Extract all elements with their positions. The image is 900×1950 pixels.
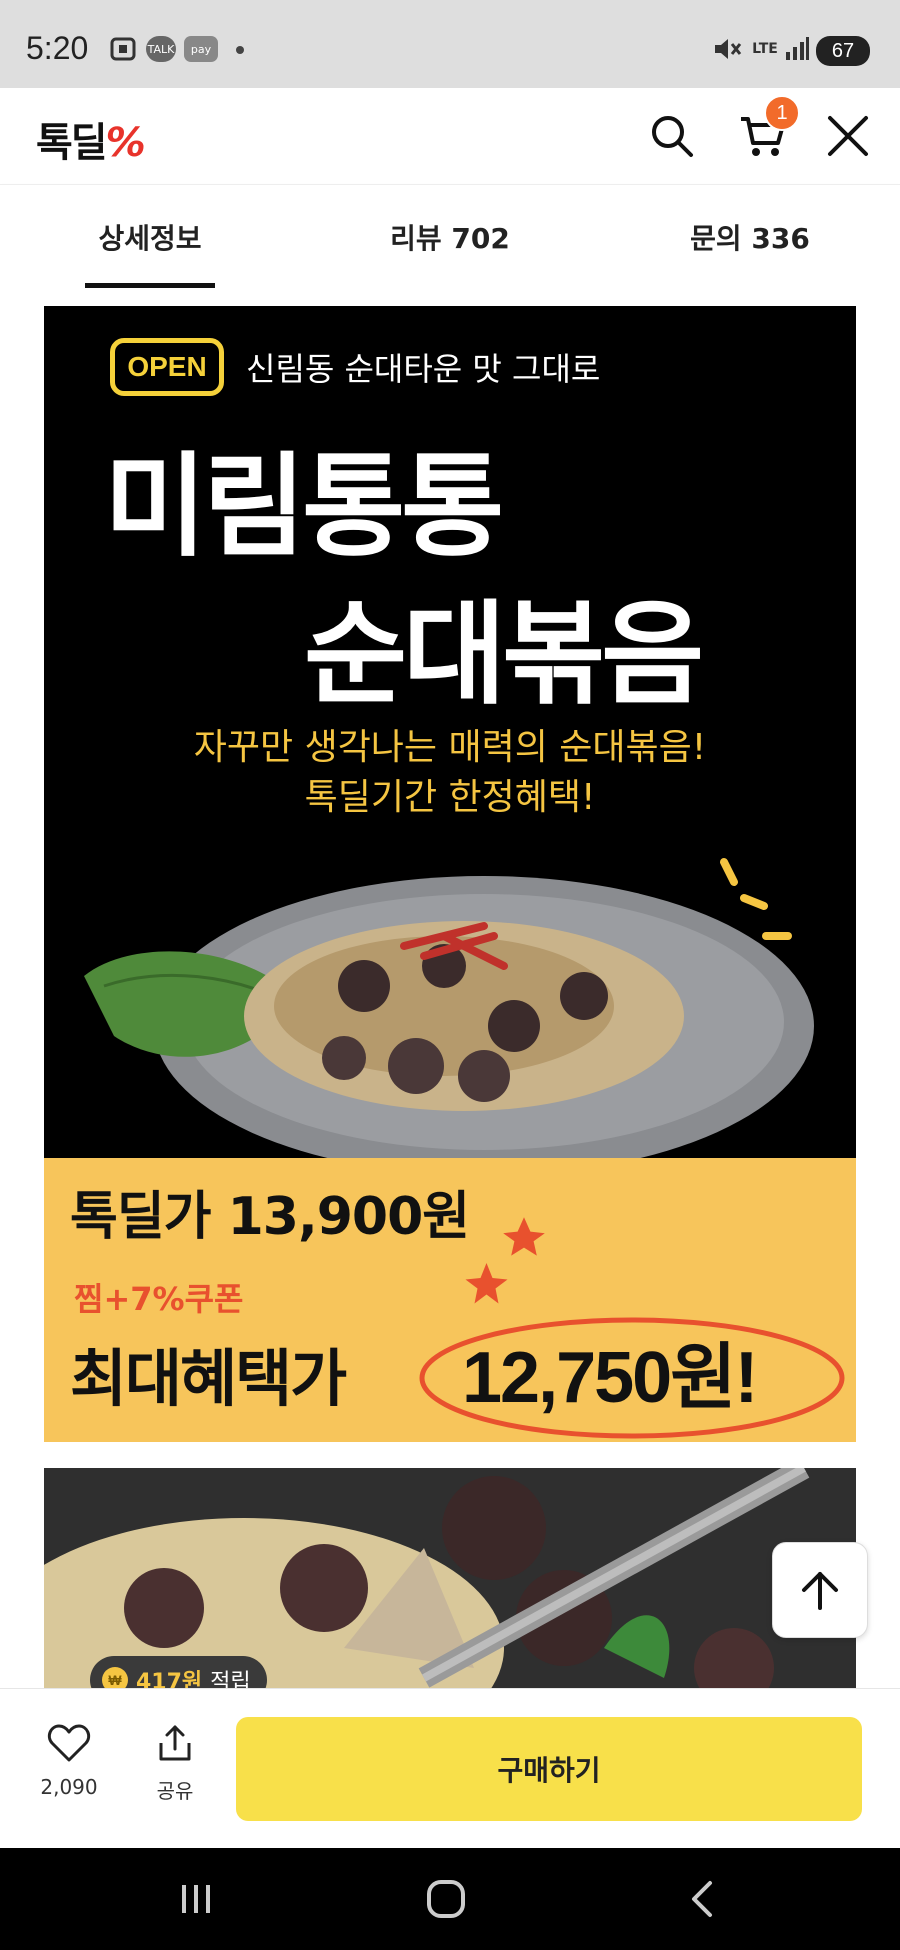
banner-tagline: 신림동 순대타운 맛 그대로: [246, 350, 601, 388]
like-button[interactable]: 2,090: [24, 1723, 114, 1799]
screenshot-icon: [108, 36, 138, 62]
recent-apps-button[interactable]: [166, 1874, 226, 1924]
app-header: 톡딜%: [0, 88, 900, 184]
food-closeup-image: [44, 1468, 856, 1688]
search-icon: [652, 116, 693, 157]
tab-details[interactable]: 상세정보: [0, 185, 300, 289]
banner-title-line1: 미림통통: [104, 442, 504, 572]
battery-indicator: 67: [816, 36, 870, 66]
scroll-to-top-button[interactable]: [772, 1542, 868, 1638]
close-icon: [828, 116, 868, 156]
buy-button[interactable]: 구매하기: [236, 1717, 862, 1821]
dot-icon: [236, 46, 244, 54]
logo-mark: %: [105, 120, 146, 166]
tab-bar: 상세정보 리뷰 702 문의 336: [0, 184, 900, 288]
price-panel: 톡딜가 13,900원 찜+7%쿠폰 최대혜택가 12,750원!: [44, 1158, 856, 1442]
tab-reviews[interactable]: 리뷰 702: [300, 185, 600, 289]
recent-apps-icon: [182, 1885, 210, 1913]
product-photo: [44, 1468, 856, 1688]
logo-text: 톡딜: [36, 120, 108, 166]
status-time: 5:20: [26, 30, 89, 66]
home-button[interactable]: [416, 1874, 476, 1924]
lte-icon: LTE: [752, 41, 778, 57]
like-count: 2,090: [40, 1775, 98, 1799]
heart-icon: [47, 1724, 91, 1762]
logo[interactable]: 톡딜%: [36, 110, 146, 168]
back-icon: [692, 1881, 712, 1917]
share-button[interactable]: 공유: [130, 1723, 220, 1804]
arrow-up-icon: [802, 1572, 838, 1610]
highlight-circle: [419, 1217, 845, 1439]
screen: 5:20 TALK pay LTE 67 톡딜% 1 상세정보 리뷰 702 문…: [0, 0, 900, 1950]
banner-title-line2: 순대볶음: [304, 590, 704, 720]
search-button[interactable]: [642, 106, 702, 166]
purchase-bar: 2,090 공유 구매하기: [0, 1688, 900, 1848]
mute-icon: [712, 36, 742, 62]
talk-icon: TALK: [146, 36, 176, 62]
signal-icon: [784, 36, 810, 62]
pay-icon: pay: [184, 36, 218, 62]
banner-subtitle-line2: 톡딜기간 한정혜택!: [304, 777, 596, 818]
tab-inquiries[interactable]: 문의 336: [600, 185, 900, 289]
product-detail-content[interactable]: OPEN 신림동 순대타운 맛 그대로 미림통통 순대볶음 자꾸만 생각나는 매…: [0, 288, 900, 1688]
share-label: 공유: [156, 1779, 194, 1803]
open-badge: OPEN: [110, 338, 224, 396]
share-icon: [159, 1725, 191, 1761]
status-bar: 5:20 TALK pay LTE 67: [0, 0, 900, 88]
dish-illustration: [84, 858, 814, 1166]
cart-badge: 1: [764, 95, 800, 131]
product-banner: OPEN 신림동 순대타운 맛 그대로 미림통통 순대볶음 자꾸만 생각나는 매…: [44, 306, 856, 1442]
back-button[interactable]: [672, 1874, 732, 1924]
home-icon: [427, 1880, 465, 1918]
system-nav-bar: [0, 1848, 900, 1950]
close-button[interactable]: [818, 106, 878, 166]
banner-subtitle-line1: 자꾸만 생각나는 매력의 순대볶음!: [193, 727, 707, 768]
